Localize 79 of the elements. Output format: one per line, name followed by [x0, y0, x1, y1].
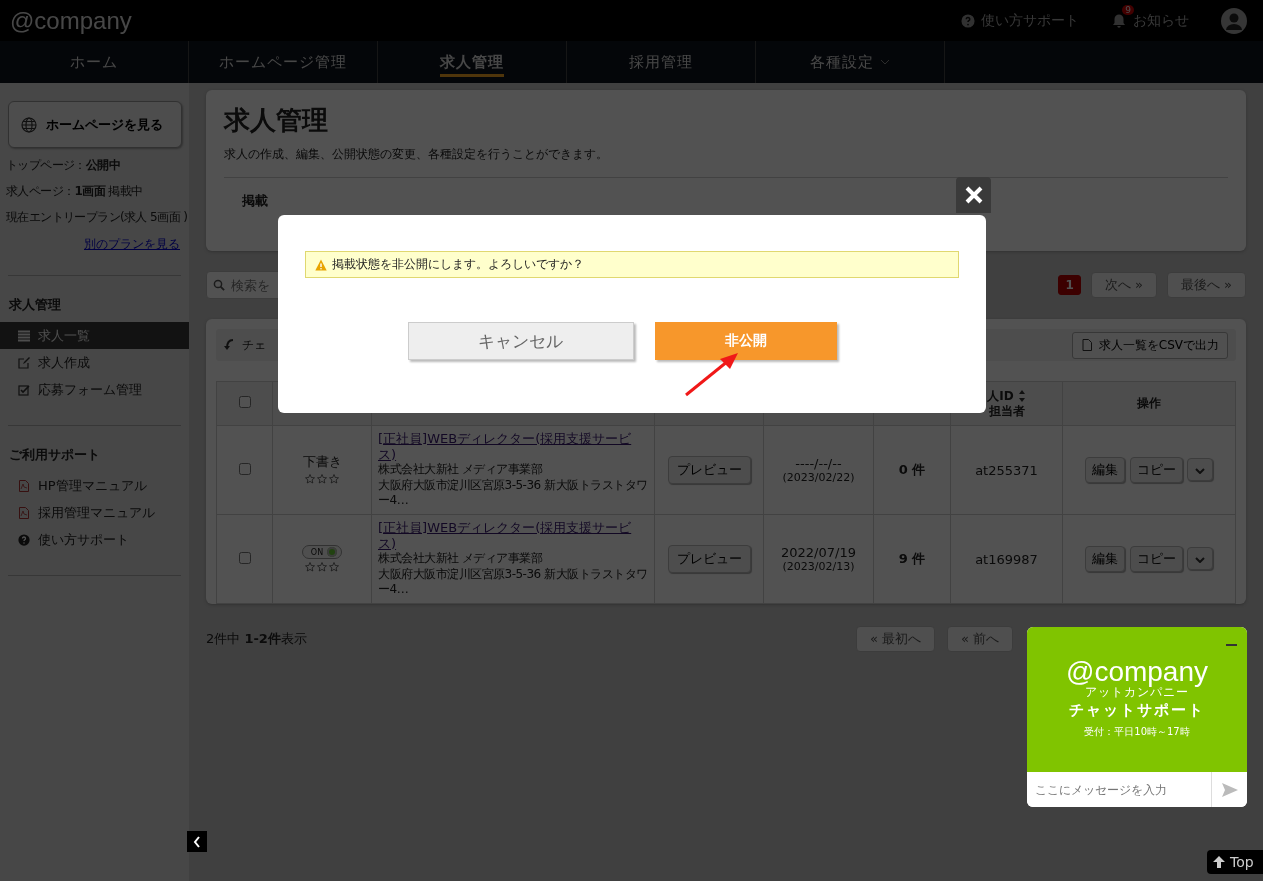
- status-text: 下書き: [301, 453, 343, 471]
- send-button[interactable]: [1211, 772, 1247, 807]
- unpublish-button[interactable]: 非公開: [654, 322, 837, 360]
- address-text: 大阪府大阪市淀川区宮原3-5-36 新大阪トラストタワー4…: [378, 566, 648, 598]
- created-date: (2023/02/22): [781, 471, 856, 484]
- help-icon: [18, 533, 30, 546]
- close-icon[interactable]: [956, 177, 991, 213]
- pdf-icon: [18, 506, 30, 519]
- notification-badge: 9: [1122, 4, 1134, 15]
- cancel-button[interactable]: キャンセル: [407, 322, 634, 360]
- pdf-icon: [18, 479, 30, 492]
- edit-button[interactable]: 編集: [1085, 457, 1126, 483]
- chat-logo: @company: [1064, 659, 1209, 685]
- last-edited-date: ----/--/--: [794, 456, 843, 471]
- support-hours: 受付：平日10時～17時: [1083, 725, 1191, 739]
- chevron-down-icon: [1194, 468, 1205, 474]
- chat-title: チャットサポート: [1068, 701, 1206, 720]
- job-id: at169987: [975, 551, 1038, 567]
- star-icon: [329, 474, 339, 484]
- status-label: 掲載: [241, 192, 269, 210]
- page-number[interactable]: 1: [1058, 275, 1081, 295]
- nav-tab[interactable]: 求人管理: [378, 41, 567, 83]
- select-all-checkbox[interactable]: [238, 396, 251, 408]
- dropdown-button[interactable]: [1186, 547, 1213, 570]
- toggle-switch[interactable]: ON: [301, 545, 343, 560]
- star-icon: [317, 562, 327, 573]
- created-date: (2023/02/13): [781, 560, 856, 573]
- section-title: ご利用サポート: [9, 446, 101, 464]
- star-rating[interactable]: [305, 562, 339, 573]
- view-homepage-button[interactable]: ホームページを見る: [8, 101, 182, 148]
- section-title: 求人管理: [9, 296, 62, 314]
- sidebar-item[interactable]: 求人作成: [0, 349, 189, 376]
- check-label: チェ: [242, 336, 266, 354]
- arrow-up-icon: [1213, 856, 1225, 868]
- star-icon: [329, 562, 339, 573]
- csv-export-button[interactable]: 求人一覧をCSVで出力: [1071, 331, 1228, 359]
- row-checkbox[interactable]: [238, 551, 251, 564]
- help-icon: [961, 13, 975, 28]
- chevron-left-icon: [193, 835, 201, 848]
- company-name: 株式会社大新社 メディア事業部: [378, 551, 544, 567]
- star-icon: [317, 474, 327, 484]
- bell-icon[interactable]: [1111, 12, 1127, 29]
- application-count: 9 件: [898, 551, 926, 566]
- user-avatar-icon[interactable]: [1221, 7, 1247, 34]
- star-icon: [305, 562, 315, 573]
- star-rating[interactable]: [305, 474, 339, 484]
- nav-tab[interactable]: 各種設定: [756, 41, 945, 83]
- dropdown-button[interactable]: [1186, 458, 1213, 481]
- chevron-down-icon: [1194, 557, 1205, 563]
- company-logo[interactable]: @company: [10, 6, 132, 35]
- search-icon: [213, 279, 225, 291]
- send-icon: [1221, 782, 1238, 797]
- warning-text: 掲載状態を非公開にします。よろしいですか？: [332, 256, 584, 273]
- nav-tab[interactable]: ホームページ管理: [189, 41, 378, 83]
- warning-icon: [315, 258, 327, 271]
- page-title: 求人管理: [224, 104, 329, 137]
- column-header: 操作: [1137, 396, 1161, 410]
- edit-button[interactable]: 編集: [1085, 546, 1126, 572]
- company-name: 株式会社大新社 メディア事業部: [378, 462, 544, 478]
- column-header: 人ID: [987, 389, 1014, 404]
- sort-icon[interactable]: [1017, 390, 1026, 403]
- column-header: 担当者: [987, 403, 1026, 418]
- application-count: 0 件: [898, 462, 926, 477]
- curved-arrow-icon: [224, 339, 236, 351]
- job-id: at255371: [975, 462, 1038, 478]
- collapse-sidebar-button[interactable]: [187, 831, 207, 852]
- last-edited-date: 2022/07/19: [780, 545, 857, 560]
- page-description: 求人の作成、編集、公開状態の変更、各種設定を行うことができます。: [224, 146, 609, 163]
- nav-tab[interactable]: 採用管理: [567, 41, 756, 83]
- document-icon: [1080, 339, 1093, 351]
- star-icon: [305, 474, 315, 484]
- edit-icon: [18, 356, 30, 369]
- address-text: 大阪府大阪市淀川区宮原3-5-36 新大阪トラストタワー4…: [378, 477, 648, 509]
- back-to-top-button[interactable]: Top: [1207, 850, 1263, 874]
- row-checkbox[interactable]: [238, 462, 251, 475]
- other-plans-link[interactable]: 別のプランを見る: [84, 237, 180, 251]
- globe-icon: [21, 116, 37, 133]
- checkbox-icon: [18, 383, 30, 396]
- list-icon: [18, 329, 30, 342]
